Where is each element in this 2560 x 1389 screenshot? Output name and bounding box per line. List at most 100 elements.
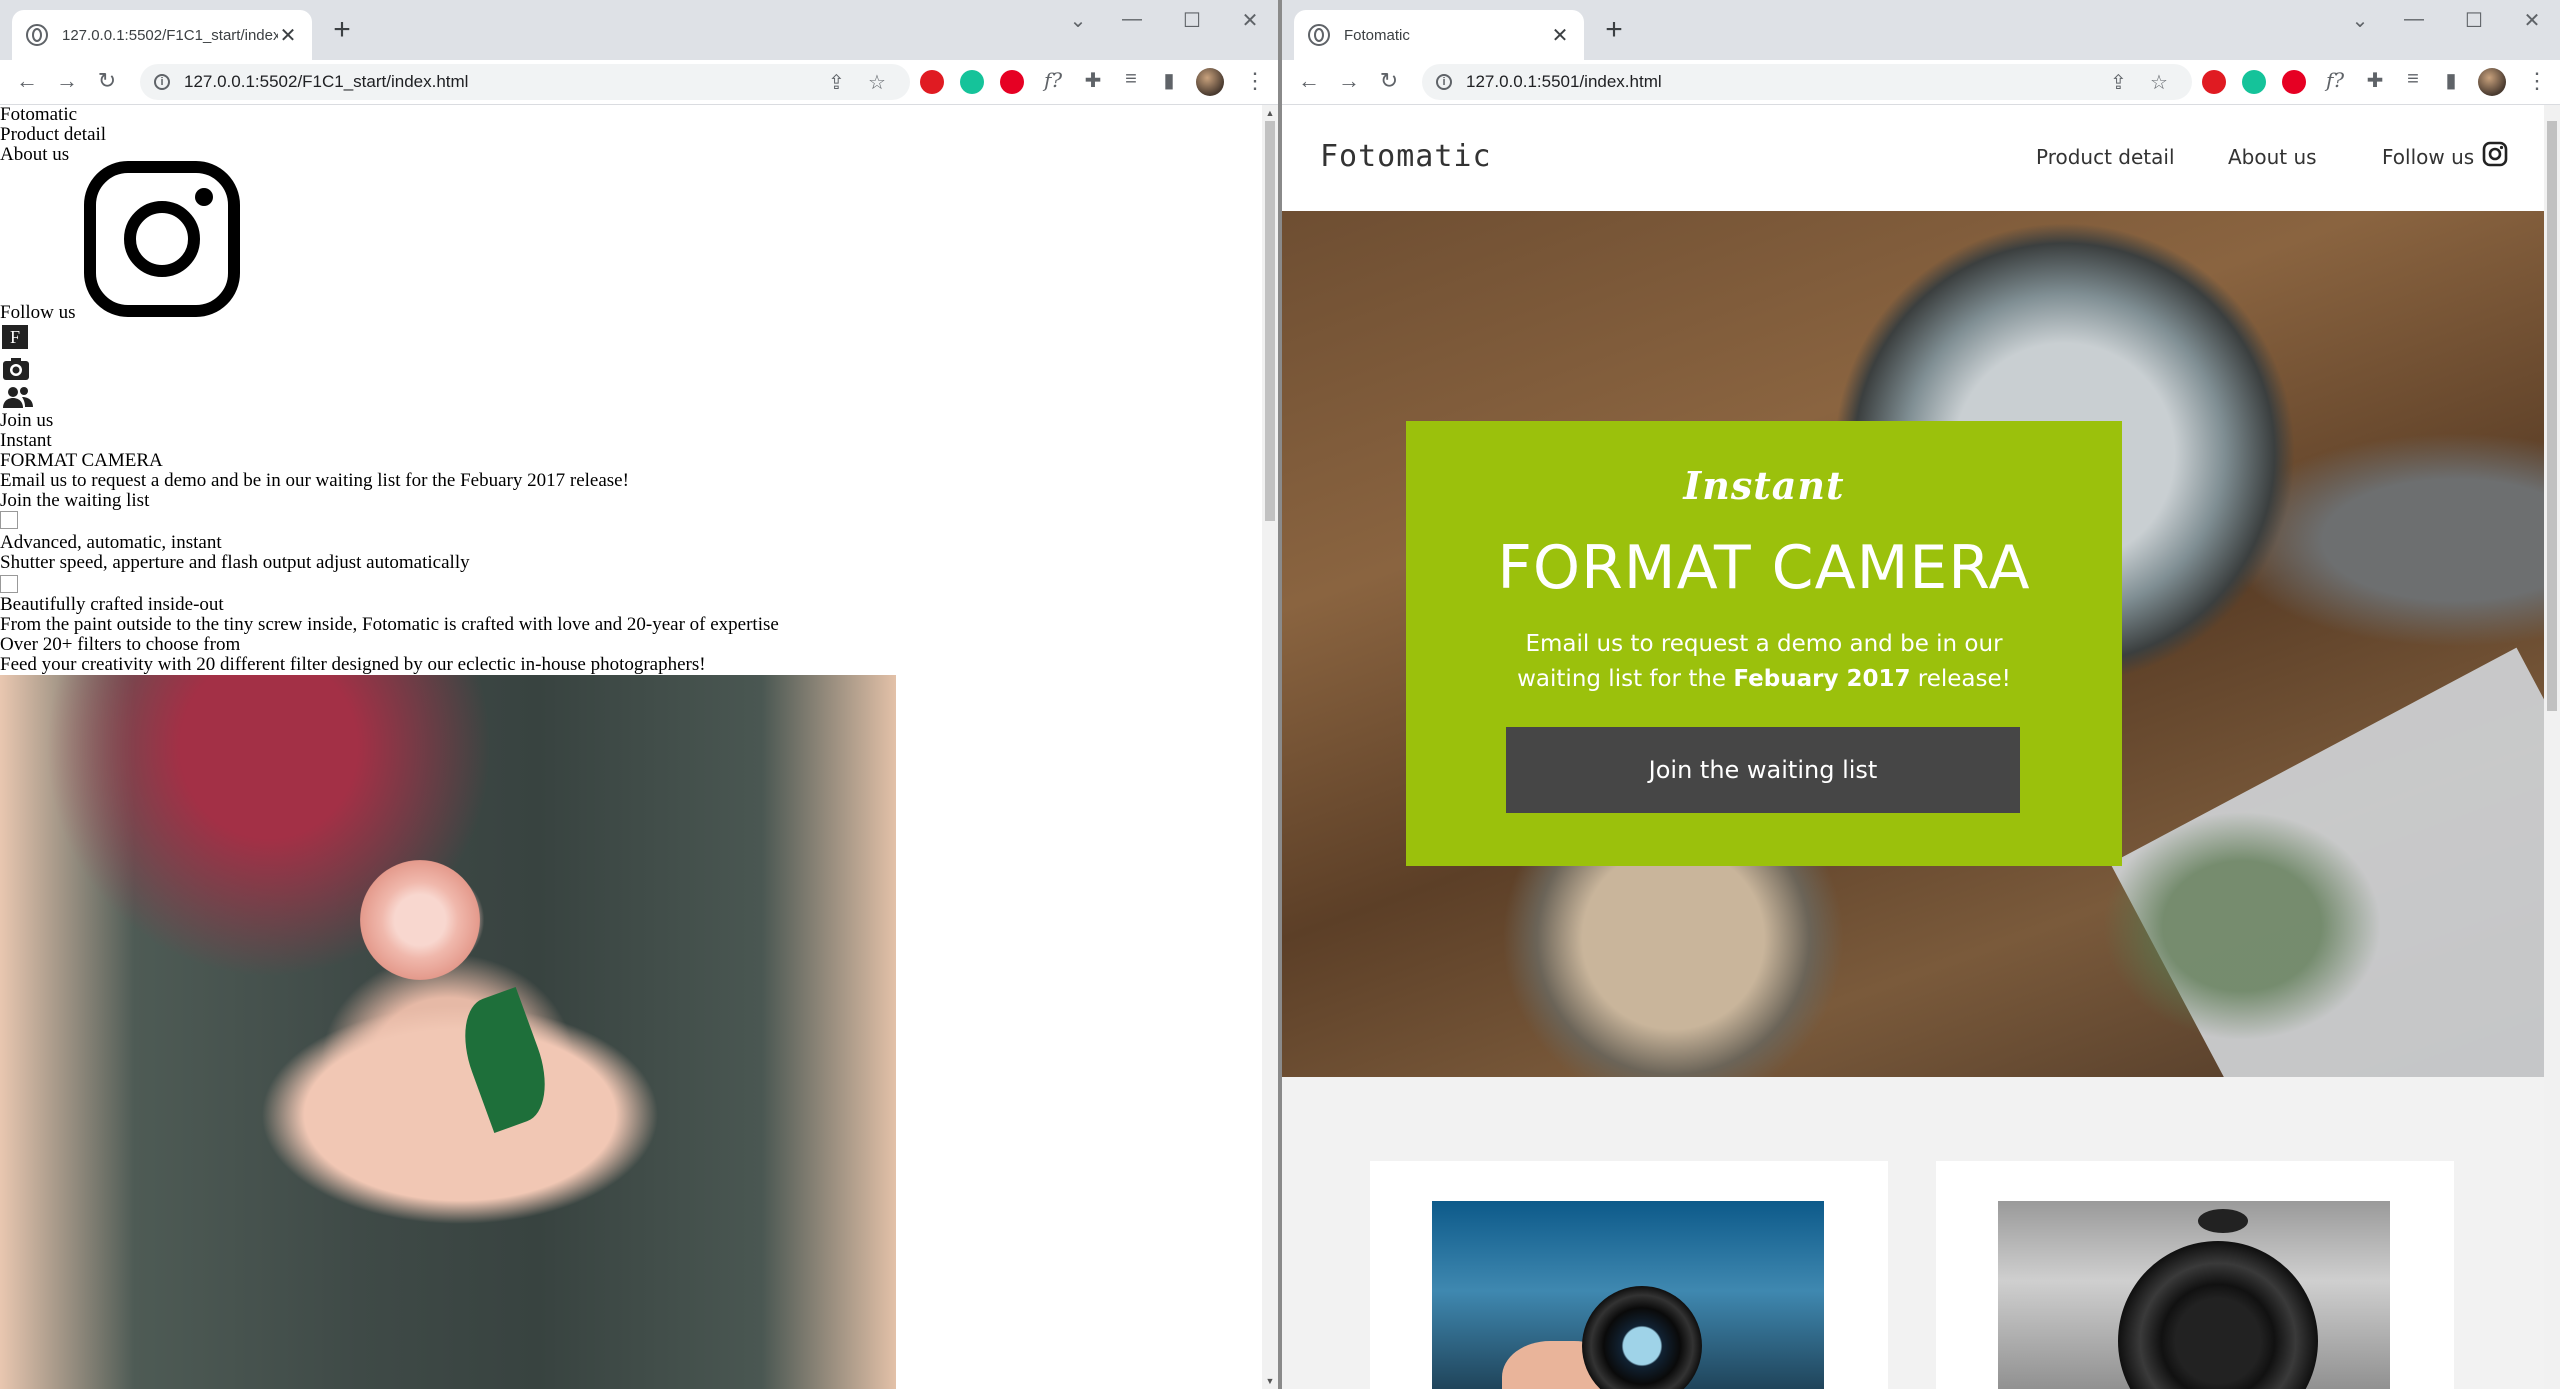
facebook-icon[interactable]: F [2, 325, 28, 349]
media-control-icon[interactable]: ≡ [2400, 68, 2426, 91]
reload-button[interactable]: ↻ [1374, 66, 1404, 96]
browser-toolbar: ← → ↻ i 127.0.0.1:5501/index.html ⇪ ☆ f?… [1282, 60, 2560, 105]
raw-nav-product[interactable]: Product detail [0, 125, 106, 145]
side-panel-icon[interactable]: ▮ [2438, 68, 2464, 93]
back-button[interactable]: ← [12, 66, 42, 96]
raw-feature2-text: From the paint outside to the tiny screw… [0, 614, 779, 635]
site-info-icon[interactable]: i [154, 74, 170, 90]
photo-camera-lens [2118, 1241, 2318, 1389]
media-control-icon[interactable]: ≡ [1118, 68, 1144, 91]
raw-hero-kicker: Instant [0, 430, 52, 451]
side-panel-icon[interactable]: ▮ [1156, 68, 1182, 93]
photo-camera-knob [2198, 1209, 2248, 1233]
tab-strip: 127.0.0.1:5502/F1C1_start/index.h ✕ + ⌄ … [0, 0, 1278, 60]
close-tab-icon[interactable]: ✕ [278, 23, 298, 48]
photo-hands [260, 1005, 660, 1225]
join-waiting-list-button[interactable]: Join the waiting list [1506, 727, 2020, 813]
scroll-up-arrow-icon[interactable]: ▲ [1262, 105, 1278, 121]
pinterest-extension-icon[interactable] [1000, 70, 1024, 94]
minimize-button[interactable]: — [1112, 8, 1152, 31]
globe-icon [26, 24, 48, 46]
font-finder-extension-icon[interactable]: f? [2322, 68, 2348, 92]
hero-kicker: Instant [1683, 463, 1845, 508]
reload-button[interactable]: ↻ [92, 66, 122, 96]
raw-nav-follow[interactable]: Follow us [0, 303, 76, 323]
hero-photo-plant [2102, 811, 2382, 1041]
grammarly-extension-icon[interactable] [960, 70, 984, 94]
font-finder-extension-icon[interactable]: f? [1040, 68, 1066, 92]
raw-feature1-text: Shutter speed, apperture and flash outpu… [0, 552, 470, 573]
raw-brand[interactable]: Fotomatic [0, 105, 77, 125]
scroll-down-arrow-icon[interactable]: ▼ [1262, 1373, 1278, 1389]
back-button[interactable]: ← [1294, 66, 1324, 96]
new-tab-button[interactable]: + [326, 14, 358, 46]
address-bar[interactable]: i 127.0.0.1:5502/F1C1_start/index.html ⇪… [140, 64, 910, 100]
browser-toolbar: ← → ↻ i 127.0.0.1:5502/F1C1_start/index.… [0, 60, 1278, 105]
address-bar[interactable]: i 127.0.0.1:5501/index.html ⇪ ☆ [1422, 64, 2192, 100]
minimize-button[interactable]: — [2394, 8, 2434, 31]
maximize-button[interactable]: ☐ [1172, 8, 1212, 33]
extensions-puzzle-icon[interactable]: ✚ [2362, 68, 2388, 93]
adblock-extension-icon[interactable] [2202, 70, 2226, 94]
new-tab-button[interactable]: + [1598, 14, 1630, 46]
raw-feature2-title: Beautifully crafted inside-out [0, 594, 224, 615]
instagram-icon[interactable] [84, 161, 240, 317]
profile-avatar[interactable] [2478, 68, 2506, 96]
hero-card: Instant FORMAT CAMERA Email us to reques… [1406, 421, 2122, 866]
browser-window-right: Fotomatic ✕ + ⌄ — ☐ ✕ ← → ↻ i 127.0.0.1:… [1282, 0, 2560, 1389]
maximize-button[interactable]: ☐ [2454, 8, 2494, 33]
pinterest-extension-icon[interactable] [2282, 70, 2306, 94]
share-icon[interactable]: ⇪ [828, 70, 845, 95]
instagram-icon[interactable] [2482, 141, 2508, 167]
raw-nav-about[interactable]: About us [0, 145, 69, 165]
chrome-menu-icon[interactable]: ⋮ [2526, 68, 2548, 94]
site-header: Fotomatic Product detail About us Follow… [1282, 105, 2544, 211]
tab-search-icon[interactable]: ⌄ [2340, 8, 2380, 33]
hero-title: FORMAT CAMERA [1497, 533, 2031, 603]
raw-feature3-title: Over 20+ filters to choose from [0, 634, 241, 655]
users-icon[interactable] [2, 385, 34, 409]
raw-hero-text: Email us to request a demo and be in our… [0, 470, 629, 491]
flower-photo [0, 675, 896, 1389]
nav-follow-us[interactable]: Follow us [2382, 145, 2474, 169]
photo-flower [360, 860, 480, 980]
share-icon[interactable]: ⇪ [2110, 70, 2127, 95]
close-window-button[interactable]: ✕ [2512, 8, 2552, 33]
chrome-menu-icon[interactable]: ⋮ [1244, 68, 1266, 94]
bookmark-star-icon[interactable]: ☆ [2150, 70, 2168, 95]
left-scrollbar[interactable]: ▲ ▼ [1262, 105, 1278, 1389]
scrollbar-thumb[interactable] [1265, 121, 1275, 521]
grammarly-extension-icon[interactable] [2242, 70, 2266, 94]
left-page-viewport: Fotomatic Product detail About us Follow… [0, 105, 1278, 1389]
right-scrollbar[interactable] [2544, 105, 2560, 1389]
close-tab-icon[interactable]: ✕ [1550, 23, 1570, 48]
forward-button[interactable]: → [1334, 66, 1364, 96]
raw-cta[interactable]: Join the waiting list [0, 491, 149, 511]
hero-text-bold: Febuary 2017 [1733, 666, 1911, 692]
extensions-puzzle-icon[interactable]: ✚ [1080, 68, 1106, 93]
close-window-button[interactable]: ✕ [1230, 8, 1270, 33]
raw-feature1-title: Advanced, automatic, instant [0, 532, 222, 553]
browser-tab[interactable]: Fotomatic ✕ [1294, 10, 1584, 60]
scrollbar-thumb[interactable] [2547, 121, 2557, 711]
forward-button[interactable]: → [52, 66, 82, 96]
lens-photo [1432, 1201, 1824, 1389]
bookmark-star-icon[interactable]: ☆ [868, 70, 886, 95]
nav-product-detail[interactable]: Product detail [2036, 145, 2175, 169]
fotomatic-site: Fotomatic Product detail About us Follow… [1282, 105, 2544, 1389]
broken-image-icon [0, 511, 18, 529]
tab-search-icon[interactable]: ⌄ [1058, 8, 1098, 33]
url-text: 127.0.0.1:5502/F1C1_start/index.html [184, 72, 469, 91]
hero-text-after: release! [1910, 666, 2011, 692]
profile-avatar[interactable] [1196, 68, 1224, 96]
nav-about-us[interactable]: About us [2228, 145, 2317, 169]
raw-join-us[interactable]: Join us [0, 411, 53, 431]
browser-tab[interactable]: 127.0.0.1:5502/F1C1_start/index.h ✕ [12, 10, 312, 60]
globe-icon [1308, 24, 1330, 46]
site-info-icon[interactable]: i [1436, 74, 1452, 90]
site-logo[interactable]: Fotomatic [1320, 139, 1492, 174]
adblock-extension-icon[interactable] [920, 70, 944, 94]
tab-title: Fotomatic [1344, 26, 1410, 44]
tab-strip: Fotomatic ✕ + ⌄ — ☐ ✕ [1282, 0, 2560, 60]
camera-icon[interactable] [2, 357, 30, 381]
